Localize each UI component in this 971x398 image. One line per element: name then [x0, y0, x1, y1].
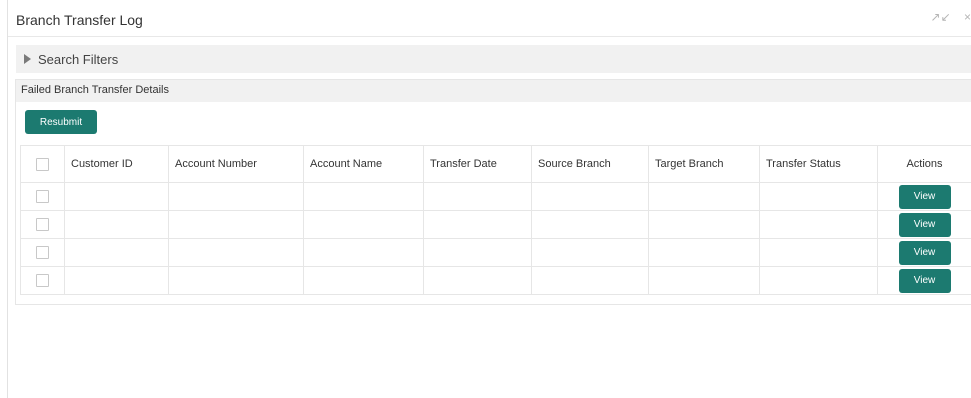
col-source-branch: Source Branch [531, 145, 649, 183]
minimize-icon[interactable]: ↗↙ [931, 10, 951, 24]
row-checkbox-cell [20, 182, 65, 211]
cell-target-branch [648, 182, 760, 211]
col-target-branch: Target Branch [648, 145, 760, 183]
table-row: View [20, 210, 971, 239]
cell-transfer-status [759, 182, 878, 211]
left-border [7, 0, 8, 398]
cell-transfer-status [759, 210, 878, 239]
panel-title: Failed Branch Transfer Details [21, 84, 169, 96]
cell-actions: View [877, 182, 971, 211]
cell-actions: View [877, 266, 971, 295]
cell-source-branch [531, 182, 649, 211]
cell-actions: View [877, 210, 971, 239]
cell-target-branch [648, 266, 760, 295]
cell-account-name [303, 266, 424, 295]
expand-arrow-icon [24, 54, 31, 64]
row-checkbox[interactable] [36, 217, 49, 231]
col-actions: Actions [877, 145, 971, 183]
view-button[interactable]: View [898, 240, 951, 265]
view-button[interactable]: View [898, 268, 951, 293]
window-controls: ↗↙ × [921, 10, 971, 24]
window-header: Branch Transfer Log ↗↙ × [8, 0, 971, 37]
close-icon[interactable]: × [964, 10, 971, 24]
search-filters-toggle[interactable]: Search Filters [16, 45, 971, 73]
table-header-row: Customer ID Account Number Account Name … [20, 145, 971, 183]
row-checkbox[interactable] [36, 273, 49, 287]
panel-header: Failed Branch Transfer Details [16, 80, 971, 102]
col-customer-id: Customer ID [64, 145, 169, 183]
row-checkbox-cell [20, 266, 65, 295]
cell-account-number [168, 182, 304, 211]
cell-actions: View [877, 238, 971, 267]
cell-account-number [168, 210, 304, 239]
col-transfer-date: Transfer Date [423, 145, 532, 183]
cell-customer-id [64, 210, 169, 239]
cell-transfer-date [423, 210, 532, 239]
select-all-checkbox-cell [20, 145, 65, 183]
cell-account-number [168, 238, 304, 267]
col-account-name: Account Name [303, 145, 424, 183]
cell-transfer-date [423, 266, 532, 295]
cell-account-name [303, 210, 424, 239]
table-row: View [20, 266, 971, 295]
cell-target-branch [648, 238, 760, 267]
cell-transfer-status [759, 266, 878, 295]
col-account-number: Account Number [168, 145, 304, 183]
row-checkbox[interactable] [36, 245, 49, 259]
cell-account-name [303, 182, 424, 211]
failed-transfers-panel: Failed Branch Transfer Details Resubmit … [15, 79, 971, 305]
cell-account-name [303, 238, 424, 267]
cell-customer-id [64, 182, 169, 211]
cell-target-branch [648, 210, 760, 239]
cell-customer-id [64, 266, 169, 295]
view-button[interactable]: View [898, 184, 951, 209]
cell-source-branch [531, 266, 649, 295]
cell-source-branch [531, 210, 649, 239]
row-checkbox-cell [20, 210, 65, 239]
cell-transfer-date [423, 182, 532, 211]
transfer-table: Customer ID Account Number Account Name … [20, 145, 971, 295]
resubmit-button[interactable]: Resubmit [25, 110, 97, 134]
search-filters-label: Search Filters [38, 52, 119, 67]
col-transfer-status: Transfer Status [759, 145, 878, 183]
cell-transfer-date [423, 238, 532, 267]
table-row: View [20, 182, 971, 211]
row-checkbox-cell [20, 238, 65, 267]
cell-transfer-status [759, 238, 878, 267]
row-checkbox[interactable] [36, 189, 49, 203]
cell-account-number [168, 266, 304, 295]
cell-source-branch [531, 238, 649, 267]
select-all-checkbox[interactable] [36, 157, 49, 171]
cell-customer-id [64, 238, 169, 267]
table-row: View [20, 238, 971, 267]
view-button[interactable]: View [898, 212, 951, 237]
page-title: Branch Transfer Log [16, 12, 143, 28]
